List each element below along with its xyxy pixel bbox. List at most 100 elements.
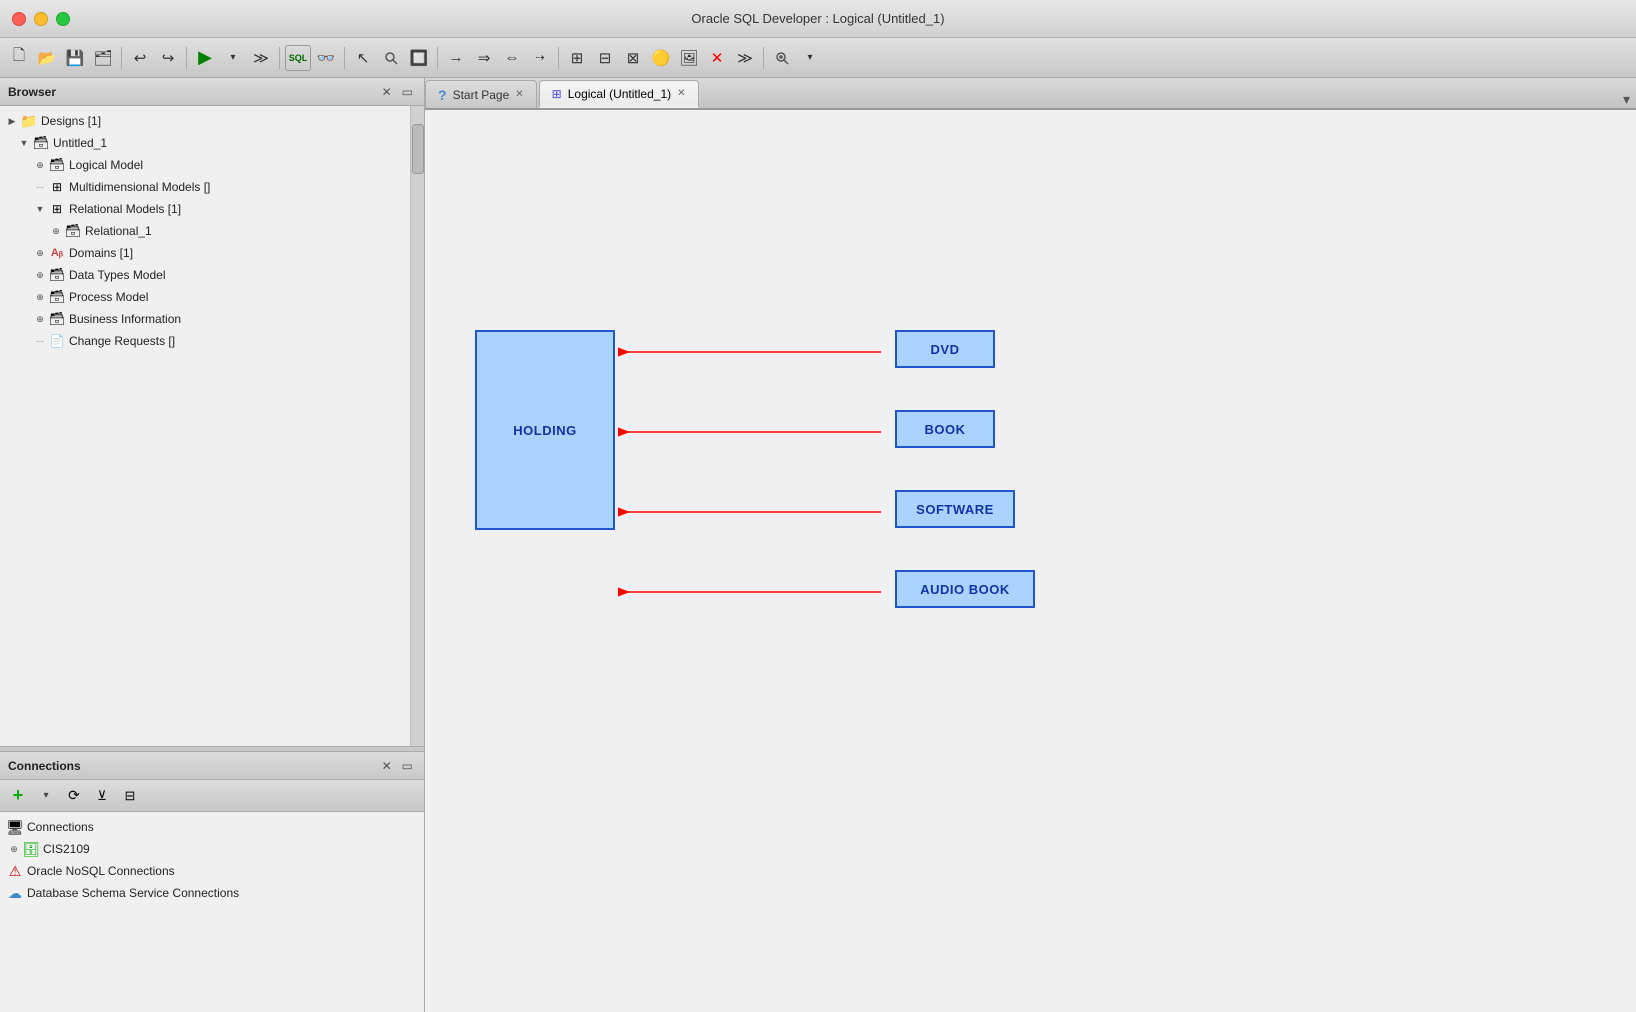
arrow-right-button[interactable]: → (443, 45, 469, 71)
run-button[interactable]: ▶ (192, 45, 218, 71)
tree-item-domains[interactable]: ⊕ Aᵦ Domains [1] (0, 242, 410, 264)
tree-item-relational-models[interactable]: ▼ ⊞ Relational Models [1] (0, 198, 410, 220)
tree-item-business-info[interactable]: ⊕ 🗃 Business Information (0, 308, 410, 330)
label-relational-models: Relational Models [1] (69, 202, 181, 216)
conn-item-cis2109[interactable]: ⊕ 🗄 CIS2109 (0, 838, 424, 860)
run-dropdown-button[interactable]: ▾ (220, 45, 246, 71)
cursor-button[interactable]: ↖ (350, 45, 376, 71)
label-designs: Designs [1] (41, 114, 101, 128)
expander-relational1[interactable]: ⊕ (48, 223, 64, 239)
expander-logical[interactable]: ⊕ (32, 157, 48, 173)
expander-process[interactable]: ⊕ (32, 289, 48, 305)
expander-cis2109[interactable]: ⊕ (6, 841, 22, 857)
expander-relational[interactable]: ▼ (32, 201, 48, 217)
browser-title: Browser (8, 85, 56, 99)
tab-logical[interactable]: ⊞ Logical (Untitled_1) ✕ (539, 80, 699, 108)
new-file-button[interactable]: 🗋 (6, 45, 32, 71)
layout-button3[interactable]: ⊠ (620, 45, 646, 71)
tree-item-change-requests[interactable]: ··· 📄 Change Requests [] (0, 330, 410, 352)
connections-minimize-btn[interactable]: ▭ (399, 758, 416, 774)
entity-book-label: BOOK (925, 422, 966, 437)
expander-multidimensional[interactable]: ··· (32, 179, 48, 195)
diagram-arrows (425, 110, 1636, 1012)
delete-button[interactable]: ✕ (704, 45, 730, 71)
arrow-special-button[interactable]: ⇢ (527, 45, 553, 71)
browser-scrollthumb[interactable] (412, 124, 424, 174)
browse-button[interactable]: 🔲 (406, 45, 432, 71)
tree-item-datatypes[interactable]: ⊕ 🗃 Data Types Model (0, 264, 410, 286)
new-diagram-button[interactable]: 🟡 (648, 45, 674, 71)
separator-2 (186, 47, 187, 69)
save-button[interactable]: 💾 (62, 45, 88, 71)
zoom-button[interactable] (769, 45, 795, 71)
expander-datatypes[interactable]: ⊕ (32, 267, 48, 283)
image-button[interactable]: 🖼 (676, 45, 702, 71)
conn-item-schema-service[interactable]: ☁ Database Schema Service Connections (0, 882, 424, 904)
tree-item-logical-model[interactable]: ⊕ 🗃 Logical Model (0, 154, 410, 176)
tab-start-page[interactable]: ? Start Page ✕ (425, 80, 537, 108)
separator-3 (279, 47, 280, 69)
tree-item-designs[interactable]: ▶ 📁 Designs [1] (0, 110, 410, 132)
conn-item-nosql[interactable]: ⚠ Oracle NoSQL Connections (0, 860, 424, 882)
tree-item-untitled1[interactable]: ▼ 🗃 Untitled_1 (0, 132, 410, 154)
find-button[interactable] (378, 45, 404, 71)
entity-audiobook[interactable]: AUDIO BOOK (895, 570, 1035, 608)
arrow-double-button[interactable]: ⇒ (471, 45, 497, 71)
compare-button[interactable]: 👓 (313, 45, 339, 71)
separator-4 (344, 47, 345, 69)
schema-browser-button[interactable]: ⊟ (118, 784, 142, 808)
expander-untitled1[interactable]: ▼ (16, 135, 32, 151)
close-button[interactable] (12, 12, 26, 26)
maximize-button[interactable] (56, 12, 70, 26)
arrow-bidir-button[interactable]: ⇔ (499, 45, 525, 71)
browser-minimize-btn[interactable]: ▭ (399, 84, 416, 100)
browser-scrollbar[interactable] (410, 106, 424, 746)
more-button[interactable]: ≫ (248, 45, 274, 71)
main-layout: Browser ✕ ▭ ▶ 📁 Designs [1] ▼ (0, 78, 1636, 1012)
browser-tree: ▶ 📁 Designs [1] ▼ 🗃 Untitled_1 ⊕ 🗃 (0, 106, 410, 746)
expander-change[interactable]: ··· (32, 333, 48, 349)
ab-icon-domains: Aᵦ (48, 244, 66, 262)
tabs-dropdown-btn[interactable]: ▾ (1617, 91, 1636, 108)
separator-5 (437, 47, 438, 69)
refresh-connections-button[interactable]: ⟳ (62, 784, 86, 808)
add-conn-dropdown[interactable]: ▾ (34, 784, 58, 808)
sql-button[interactable]: SQL (285, 45, 311, 71)
minimize-button[interactable] (34, 12, 48, 26)
browser-close-btn[interactable]: ✕ (379, 84, 395, 100)
undo-button[interactable]: ↩ (127, 45, 153, 71)
layout-button2[interactable]: ⊟ (592, 45, 618, 71)
expander-business[interactable]: ⊕ (32, 311, 48, 327)
diagram-canvas[interactable]: HOLDING DVD BOOK SOFTWARE AUDIO BOOK (425, 110, 1636, 1012)
redo-button[interactable]: ↪ (155, 45, 181, 71)
connections-close-btn[interactable]: ✕ (379, 758, 395, 774)
entity-book[interactable]: BOOK (895, 410, 995, 448)
label-connections: Connections (27, 820, 94, 834)
entity-holding[interactable]: HOLDING (475, 330, 615, 530)
browser-header: Browser ✕ ▭ (0, 78, 424, 106)
tree-item-multidimensional[interactable]: ··· ⊞ Multidimensional Models [] (0, 176, 410, 198)
expander-domains[interactable]: ⊕ (32, 245, 48, 261)
expander-designs[interactable]: ▶ (4, 113, 20, 129)
zoom-dropdown-button[interactable]: ▾ (797, 45, 823, 71)
layout-button1[interactable]: ⊞ (564, 45, 590, 71)
grid-icon-relational: ⊞ (48, 200, 66, 218)
filter-connections-button[interactable]: ⊻ (90, 784, 114, 808)
browser-section: Browser ✕ ▭ ▶ 📁 Designs [1] ▼ (0, 78, 424, 746)
cube-icon-untitled1: 🗃 (32, 134, 50, 152)
db-icon-cis2109: 🗄 (22, 840, 40, 858)
save-all-button[interactable]: 🗂 (90, 45, 116, 71)
open-file-button[interactable]: 📂 (34, 45, 60, 71)
tab-logical-close[interactable]: ✕ (677, 88, 685, 99)
entity-dvd[interactable]: DVD (895, 330, 995, 368)
conn-item-connections[interactable]: 🖥 Connections (0, 816, 424, 838)
tree-item-relational1[interactable]: ⊕ 🗃 Relational_1 (0, 220, 410, 242)
entity-software[interactable]: SOFTWARE (895, 490, 1015, 528)
forward-button[interactable]: ≫ (732, 45, 758, 71)
left-panel: Browser ✕ ▭ ▶ 📁 Designs [1] ▼ (0, 78, 425, 1012)
add-connection-button[interactable]: + (6, 784, 30, 808)
tree-item-process-model[interactable]: ⊕ 🗃 Process Model (0, 286, 410, 308)
logical-tab-icon: ⊞ (552, 87, 562, 101)
cloud-icon: ☁ (6, 884, 24, 902)
tab-start-page-close[interactable]: ✕ (515, 89, 523, 100)
